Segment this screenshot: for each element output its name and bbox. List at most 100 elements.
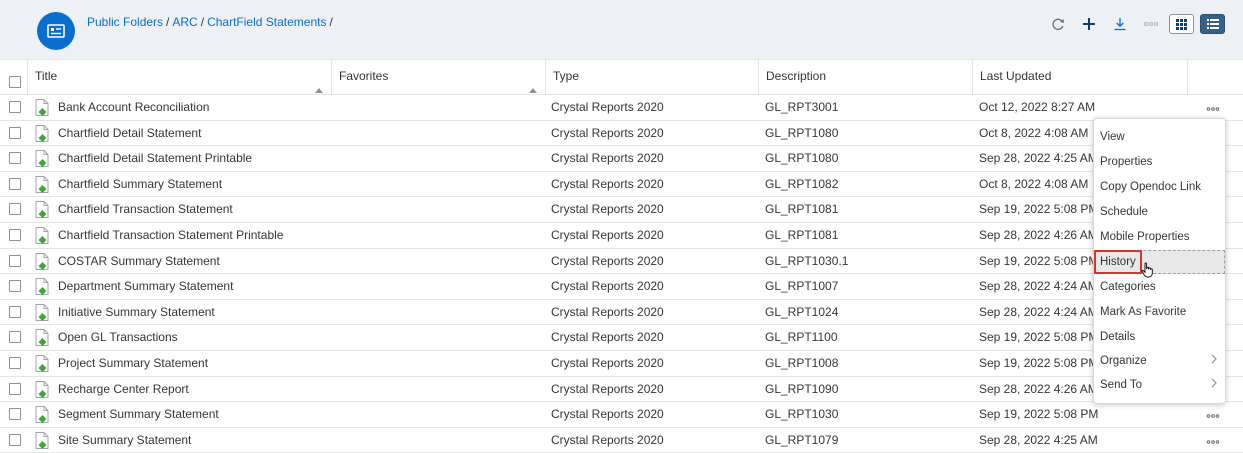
- row-more-icon[interactable]: [1206, 408, 1220, 422]
- menu-item-send-to[interactable]: Send To: [1094, 373, 1225, 397]
- menu-item-properties[interactable]: Properties: [1094, 150, 1225, 174]
- chevron-right-icon: [1211, 373, 1217, 397]
- row-checkbox[interactable]: [9, 254, 21, 267]
- select-all-checkbox[interactable]: [9, 76, 21, 88]
- crystal-report-icon: [35, 406, 49, 426]
- menu-item-copy-opendoc-link[interactable]: Copy Opendoc Link: [1094, 175, 1225, 199]
- column-header-last-updated[interactable]: Last Updated: [972, 60, 1187, 95]
- menu-item-label: View: [1100, 131, 1125, 143]
- cell-title[interactable]: Chartfield Detail Statement: [58, 121, 328, 146]
- cell-description: GL_RPT1090: [765, 381, 839, 396]
- table-row[interactable]: Bank Account Reconciliation Crystal Repor…: [0, 95, 1243, 121]
- cell-title[interactable]: Department Summary Statement: [58, 274, 328, 299]
- cell-type: Crystal Reports 2020: [551, 253, 664, 268]
- crystal-report-icon: [35, 303, 49, 324]
- row-checkbox[interactable]: [9, 152, 21, 165]
- column-header-label: Type: [553, 69, 580, 83]
- add-icon[interactable]: [1077, 12, 1101, 36]
- table-row[interactable]: Site Summary Statement Crystal Reports 20…: [0, 428, 1243, 453]
- menu-item-label: Send To: [1100, 379, 1142, 391]
- cell-title[interactable]: Chartfield Transaction Statement: [58, 197, 328, 222]
- cell-title[interactable]: Open GL Transactions: [58, 325, 328, 350]
- cell-favorites: [338, 223, 538, 248]
- row-checkbox[interactable]: [9, 408, 21, 421]
- row-checkbox[interactable]: [9, 101, 21, 113]
- cell-title[interactable]: Project Summary Statement: [58, 351, 328, 376]
- cell-title[interactable]: Bank Account Reconciliation: [58, 95, 328, 120]
- column-header-label: Title: [35, 69, 58, 83]
- column-header-label: Last Updated: [980, 69, 1052, 83]
- cell-title[interactable]: Recharge Center Report: [58, 377, 328, 402]
- menu-item-categories[interactable]: Categories: [1094, 275, 1225, 299]
- table-row[interactable]: Recharge Center Report Crystal Reports 20…: [0, 377, 1243, 403]
- cell-title[interactable]: Chartfield Transaction Statement Printab…: [58, 223, 328, 248]
- table-row[interactable]: Department Summary Statement Crystal Repo…: [0, 274, 1243, 300]
- cell-description: GL_RPT1008: [765, 355, 839, 370]
- cell-description: GL_RPT1081: [765, 227, 839, 242]
- breadcrumb-item-public-folders[interactable]: Public Folders: [87, 15, 163, 29]
- table-row[interactable]: Segment Summary Statement Crystal Reports…: [0, 402, 1243, 428]
- column-header-label: Favorites: [339, 69, 389, 83]
- breadcrumb-item-chartfield-statements[interactable]: ChartField Statements: [207, 15, 326, 29]
- table-row[interactable]: Project Summary Statement Crystal Reports…: [0, 351, 1243, 377]
- row-checkbox[interactable]: [9, 331, 21, 344]
- column-header-type[interactable]: Type: [545, 60, 758, 95]
- download-icon[interactable]: [1108, 12, 1132, 36]
- table-row[interactable]: Initiative Summary Statement Crystal Repo…: [0, 300, 1243, 326]
- refresh-icon[interactable]: [1046, 12, 1070, 36]
- column-header-label: Description: [766, 69, 827, 83]
- cell-description: GL_RPT3001: [765, 100, 839, 114]
- column-header-favorites[interactable]: Favorites: [331, 60, 545, 95]
- cell-title[interactable]: Initiative Summary Statement: [58, 300, 328, 325]
- table-row[interactable]: Chartfield Detail Statement Crystal Repor…: [0, 121, 1243, 147]
- cell-title[interactable]: Segment Summary Statement: [58, 402, 328, 427]
- row-checkbox[interactable]: [9, 305, 21, 318]
- table-row[interactable]: COSTAR Summary Statement Crystal Reports …: [0, 249, 1243, 275]
- cell-title[interactable]: Chartfield Detail Statement Printable: [58, 146, 328, 171]
- cell-description: GL_RPT1081: [765, 202, 839, 217]
- menu-item-mark-as-favorite[interactable]: Mark As Favorite: [1094, 300, 1225, 324]
- crystal-report-icon: [35, 175, 49, 196]
- cell-title[interactable]: Chartfield Summary Statement: [58, 172, 328, 197]
- menu-item-view[interactable]: View: [1094, 125, 1225, 149]
- row-checkbox[interactable]: [9, 177, 21, 190]
- breadcrumb-item-arc[interactable]: ARC: [172, 15, 197, 29]
- cell-favorites: [338, 146, 538, 171]
- table-row[interactable]: Chartfield Summary Statement Crystal Repo…: [0, 172, 1243, 198]
- cell-favorites: [338, 300, 538, 325]
- menu-item-history[interactable]: History: [1094, 250, 1225, 274]
- menu-item-details[interactable]: Details: [1094, 325, 1225, 349]
- row-checkbox[interactable]: [9, 228, 21, 241]
- row-more-icon[interactable]: [1206, 434, 1220, 448]
- cell-description: GL_RPT1030: [765, 407, 839, 422]
- cell-favorites: [338, 121, 538, 146]
- table-body: Bank Account Reconciliation Crystal Repor…: [0, 95, 1243, 453]
- cell-title[interactable]: COSTAR Summary Statement: [58, 249, 328, 274]
- folder-icon: [37, 12, 75, 50]
- menu-item-organize[interactable]: Organize: [1094, 349, 1225, 373]
- row-more-icon[interactable]: [1206, 101, 1220, 115]
- list-view-icon[interactable]: [1200, 14, 1225, 34]
- row-checkbox[interactable]: [9, 280, 21, 293]
- table-row[interactable]: Chartfield Transaction Statement Printab…: [0, 223, 1243, 249]
- chevron-right-icon: [1211, 349, 1217, 373]
- row-checkbox[interactable]: [9, 356, 21, 369]
- cell-title[interactable]: Site Summary Statement: [58, 428, 328, 453]
- table-row[interactable]: Chartfield Detail Statement Printable Cry…: [0, 146, 1243, 172]
- row-checkbox[interactable]: [9, 203, 21, 216]
- row-checkbox[interactable]: [9, 382, 21, 395]
- row-checkbox[interactable]: [9, 433, 21, 446]
- cell-last-updated: Sep 28, 2022 4:25 AM: [979, 432, 1098, 447]
- menu-item-mobile-properties[interactable]: Mobile Properties: [1094, 225, 1225, 249]
- column-header-description[interactable]: Description: [758, 60, 972, 95]
- menu-item-schedule[interactable]: Schedule: [1094, 200, 1225, 224]
- crystal-report-icon: [35, 329, 49, 349]
- cell-type: Crystal Reports 2020: [551, 381, 664, 396]
- tile-view-icon[interactable]: [1169, 14, 1194, 34]
- table-row[interactable]: Chartfield Transaction Statement Crystal …: [0, 197, 1243, 223]
- table-row[interactable]: Open GL Transactions Crystal Reports 2020…: [0, 325, 1243, 351]
- more-icon[interactable]: [1139, 12, 1163, 36]
- row-checkbox[interactable]: [9, 126, 21, 139]
- column-header-title[interactable]: Title: [27, 60, 331, 95]
- cell-type: Crystal Reports 2020: [551, 279, 664, 294]
